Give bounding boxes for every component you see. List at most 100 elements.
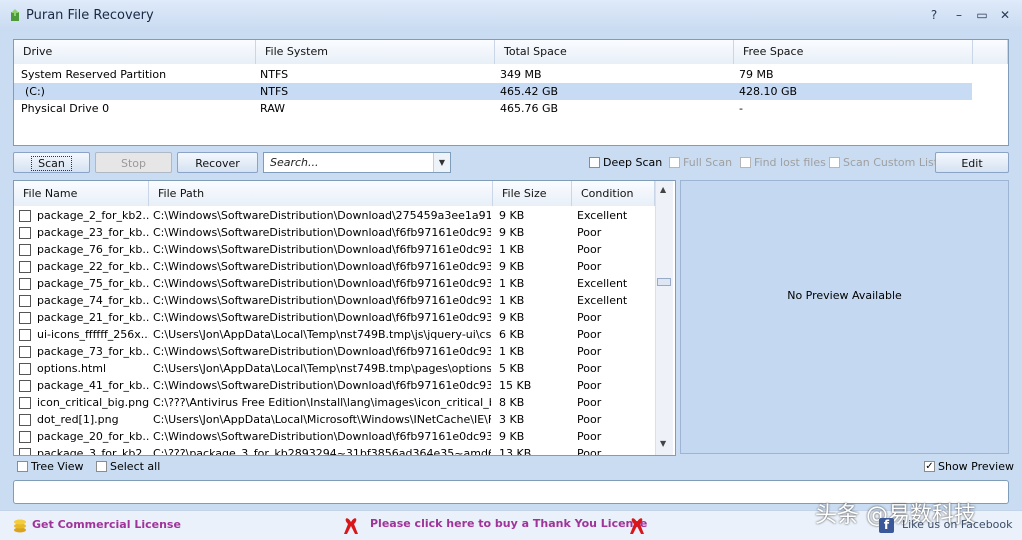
close-button[interactable]: ✕ [996,6,1014,24]
condition-col-header[interactable]: Condition [572,181,655,206]
find-lost-files-label: Find lost files [754,156,826,169]
file-row[interactable]: package_2_for_kb2... C:\Windows\SoftwareD… [14,207,655,224]
file-row-checkbox[interactable] [19,363,31,375]
file-condition: Poor [577,226,602,239]
file-row[interactable]: package_3_for_kb2... C:\???\package_3_for… [14,445,655,456]
file-size: 9 KB [499,311,525,324]
tree-view-checkbox[interactable] [17,461,28,472]
recover-button[interactable]: Recover [177,152,258,173]
total-space-col-header[interactable]: Total Space [495,40,734,64]
scan-button[interactable]: Scan [13,152,90,173]
footer-bar: Get Commercial License Please click here… [0,503,1022,540]
deep-scan-checkbox[interactable] [589,157,600,168]
file-row[interactable]: package_22_for_kb... C:\Windows\SoftwareD… [14,258,655,275]
file-size: 8 KB [499,396,525,409]
filesystem-col-header[interactable]: File System [256,40,495,64]
drive-row[interactable]: Physical Drive 0 RAW 465.76 GB - [14,100,972,117]
file-row-checkbox[interactable] [19,312,31,324]
file-row-checkbox[interactable] [19,295,31,307]
file-condition: Excellent [577,209,628,222]
file-row[interactable]: package_20_for_kb... C:\Windows\SoftwareD… [14,428,655,445]
file-row[interactable]: options.html C:\Users\Jon\AppData\Local\T… [14,360,655,377]
drive-col-header[interactable]: Drive [14,40,256,64]
file-name: package_2_for_kb2... [37,209,149,222]
coins-icon [14,519,26,533]
drive-total-space: 465.42 GB [500,85,559,98]
file-row-checkbox[interactable] [19,278,31,290]
drive-row-selected[interactable]: (C:) NTFS 465.42 GB 428.10 GB [14,83,972,100]
file-row-checkbox[interactable] [19,346,31,358]
minimize-button[interactable]: – [950,6,968,24]
show-preview-checkbox[interactable]: ✓ [924,461,935,472]
file-size-col-header[interactable]: File Size [493,181,572,206]
drive-list[interactable]: Drive File System Total Space Free Space… [13,39,1009,146]
file-path: C:\Windows\SoftwareDistribution\Download… [153,209,491,222]
preview-message: No Preview Available [787,289,902,302]
scan-custom-list-checkbox[interactable] [829,157,840,168]
help-button[interactable]: ? [925,6,943,24]
file-row[interactable]: ui-icons_ffffff_256x... C:\Users\Jon\AppD… [14,326,655,343]
search-input[interactable]: Search... [270,156,319,169]
file-row-checkbox[interactable] [19,261,31,273]
file-path: C:\Windows\SoftwareDistribution\Download… [153,311,491,324]
get-commercial-license-link[interactable]: Get Commercial License [32,518,181,531]
file-list[interactable]: File Name File Path File Size Condition … [13,180,676,456]
chevron-down-icon[interactable]: ▼ [433,153,450,172]
file-row[interactable]: package_23_for_kb... C:\Windows\SoftwareD… [14,224,655,241]
file-path-col-header[interactable]: File Path [149,181,493,206]
file-row[interactable]: package_41_for_kb... C:\Windows\SoftwareD… [14,377,655,394]
file-row-checkbox[interactable] [19,431,31,443]
file-path: C:\Windows\SoftwareDistribution\Download… [153,243,491,256]
facebook-link[interactable]: Like us on Facebook [902,518,1013,531]
file-condition: Poor [577,260,602,273]
scroll-thumb[interactable] [657,278,671,286]
full-scan-label: Full Scan [683,156,733,169]
full-scan-checkbox[interactable] [669,157,680,168]
drive-row[interactable]: System Reserved Partition NTFS 349 MB 79… [14,66,972,83]
file-row-checkbox[interactable] [19,210,31,222]
file-row-checkbox[interactable] [19,244,31,256]
file-condition: Poor [577,430,602,443]
file-row-checkbox[interactable] [19,227,31,239]
file-row[interactable]: package_76_for_kb... C:\Windows\SoftwareD… [14,241,655,258]
file-path: C:\Users\Jon\AppData\Local\Temp\nst749B.… [153,362,491,375]
file-list-scrollbar[interactable]: ▲ ▼ [655,181,673,455]
file-name: ui-icons_ffffff_256x... [37,328,149,341]
file-row[interactable]: package_73_for_kb... C:\Windows\SoftwareD… [14,343,655,360]
drive-free-space: 79 MB [739,68,774,81]
file-row[interactable]: dot_red[1].png C:\Users\Jon\AppData\Local… [14,411,655,428]
file-row[interactable]: package_74_for_kb... C:\Windows\SoftwareD… [14,292,655,309]
maximize-button[interactable]: ▭ [973,6,991,24]
scroll-up-icon[interactable]: ▲ [660,185,666,194]
drive-total-space: 349 MB [500,68,542,81]
file-size: 1 KB [499,294,525,307]
free-space-col-header[interactable]: Free Space [734,40,973,64]
file-name: package_74_for_kb... [37,294,149,307]
file-row-checkbox[interactable] [19,397,31,409]
file-row[interactable]: icon_critical_big.png C:\???\Antivirus Fr… [14,394,655,411]
file-row-checkbox[interactable] [19,414,31,426]
file-row[interactable]: package_75_for_kb... C:\Windows\SoftwareD… [14,275,655,292]
file-size: 15 KB [499,379,532,392]
search-combobox[interactable]: Search... ▼ [263,152,451,173]
file-row[interactable]: package_21_for_kb... C:\Windows\SoftwareD… [14,309,655,326]
edit-button[interactable]: Edit [935,152,1009,173]
file-path: C:\???\package_3_for_kb2893294~31bf3856a… [153,447,491,456]
file-row-checkbox[interactable] [19,380,31,392]
select-all-checkbox[interactable] [96,461,107,472]
scroll-down-icon[interactable]: ▼ [660,439,666,448]
file-row-checkbox[interactable] [19,448,31,455]
drive-name: (C:) [25,85,45,98]
file-condition: Poor [577,311,602,324]
window-title: Puran File Recovery [26,8,154,23]
file-name: package_3_for_kb2... [37,447,149,456]
stop-button[interactable]: Stop [95,152,172,173]
file-row-checkbox[interactable] [19,329,31,341]
file-size: 9 KB [499,226,525,239]
file-name: package_76_for_kb... [37,243,149,256]
find-lost-files-checkbox[interactable] [740,157,751,168]
facebook-icon[interactable]: f [879,518,894,533]
thank-you-license-link[interactable]: Please click here to buy a Thank You Lic… [370,517,647,530]
file-condition: Excellent [577,277,628,290]
file-name-col-header[interactable]: File Name [14,181,149,206]
